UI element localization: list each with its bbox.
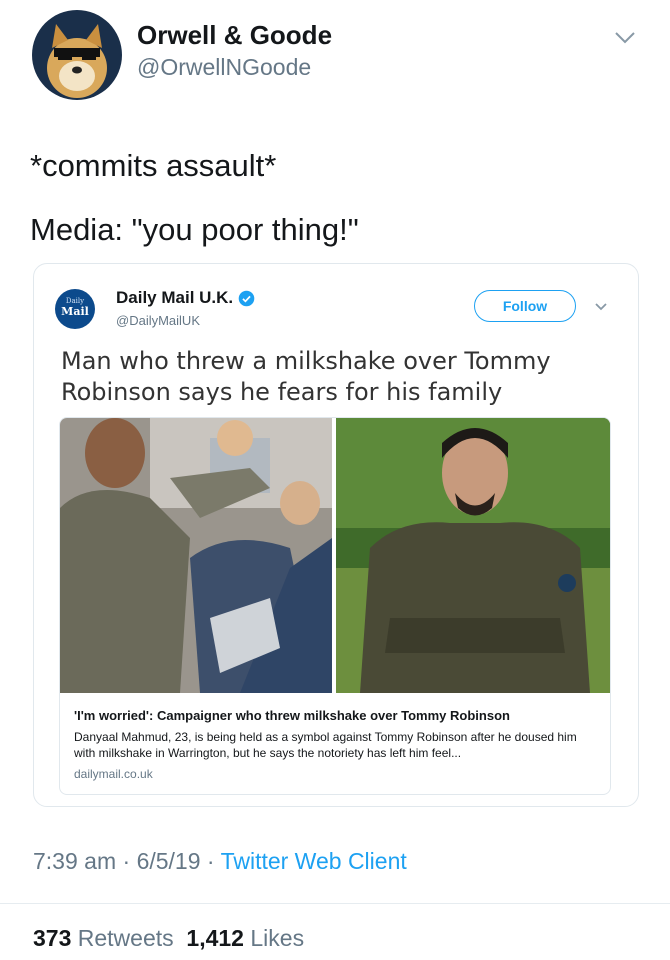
left-photo bbox=[60, 418, 332, 693]
author-avatar[interactable] bbox=[32, 10, 122, 100]
quoted-tweet-text: Man who threw a milkshake over Tommy Rob… bbox=[61, 347, 551, 406]
separator-dot: · bbox=[206, 848, 215, 874]
verified-badge-icon bbox=[238, 290, 255, 306]
right-photo bbox=[336, 418, 610, 693]
tweet-timestamp-row: 7:39 am · 6/5/19 · Twitter Web Client bbox=[33, 848, 407, 875]
engagement-stats: 373 Retweets 1,412 Likes bbox=[33, 925, 304, 952]
chevron-down-icon[interactable] bbox=[594, 302, 608, 312]
tweet-date[interactable]: 6/5/19 bbox=[137, 848, 201, 874]
retweets-label: Retweets bbox=[77, 925, 174, 951]
likes-count: 1,412 bbox=[186, 925, 244, 951]
separator-dot: · bbox=[122, 848, 131, 874]
follow-button[interactable]: Follow bbox=[474, 290, 576, 322]
tweet-client-link[interactable]: Twitter Web Client bbox=[221, 848, 407, 874]
link-card-description: Danyaal Mahmud, 23, is being held as a s… bbox=[74, 730, 577, 760]
daily-mail-logo-icon: Daily Mail bbox=[55, 289, 95, 329]
link-card-domain: dailymail.co.uk bbox=[74, 767, 153, 781]
tweet-time[interactable]: 7:39 am bbox=[33, 848, 116, 874]
doge-avatar-icon bbox=[32, 10, 122, 100]
quoted-display-name[interactable]: Daily Mail U.K. bbox=[116, 288, 255, 308]
tweet-text-line: Media: "you poor thing!" bbox=[30, 212, 359, 247]
quoted-tweet-card[interactable]: Daily Mail Daily Mail U.K. @DailyMailUK … bbox=[33, 263, 639, 807]
svg-text:Mail: Mail bbox=[61, 305, 89, 318]
quoted-display-name-text[interactable]: Daily Mail U.K. bbox=[116, 288, 233, 308]
svg-text:Daily: Daily bbox=[66, 297, 84, 305]
link-preview-card[interactable]: 'I'm worried': Campaigner who threw milk… bbox=[59, 417, 611, 795]
daily-mail-avatar[interactable]: Daily Mail bbox=[55, 289, 95, 329]
chevron-down-icon[interactable] bbox=[614, 30, 636, 46]
retweets-stat[interactable]: 373 Retweets bbox=[33, 925, 174, 951]
tweet-text: *commits assault* Media: "you poor thing… bbox=[30, 145, 640, 251]
likes-label: Likes bbox=[250, 925, 305, 951]
article-photos bbox=[60, 418, 610, 693]
link-card-title[interactable]: 'I'm worried': Campaigner who threw milk… bbox=[74, 708, 594, 723]
author-display-name[interactable]: Orwell & Goode bbox=[137, 20, 332, 51]
divider bbox=[0, 903, 670, 904]
likes-stat[interactable]: 1,412 Likes bbox=[186, 925, 304, 951]
quoted-handle[interactable]: @DailyMailUK bbox=[116, 313, 200, 328]
retweets-count: 373 bbox=[33, 925, 72, 951]
author-handle[interactable]: @OrwellNGoode bbox=[137, 54, 311, 81]
tweet-text-line: *commits assault* bbox=[30, 148, 277, 183]
